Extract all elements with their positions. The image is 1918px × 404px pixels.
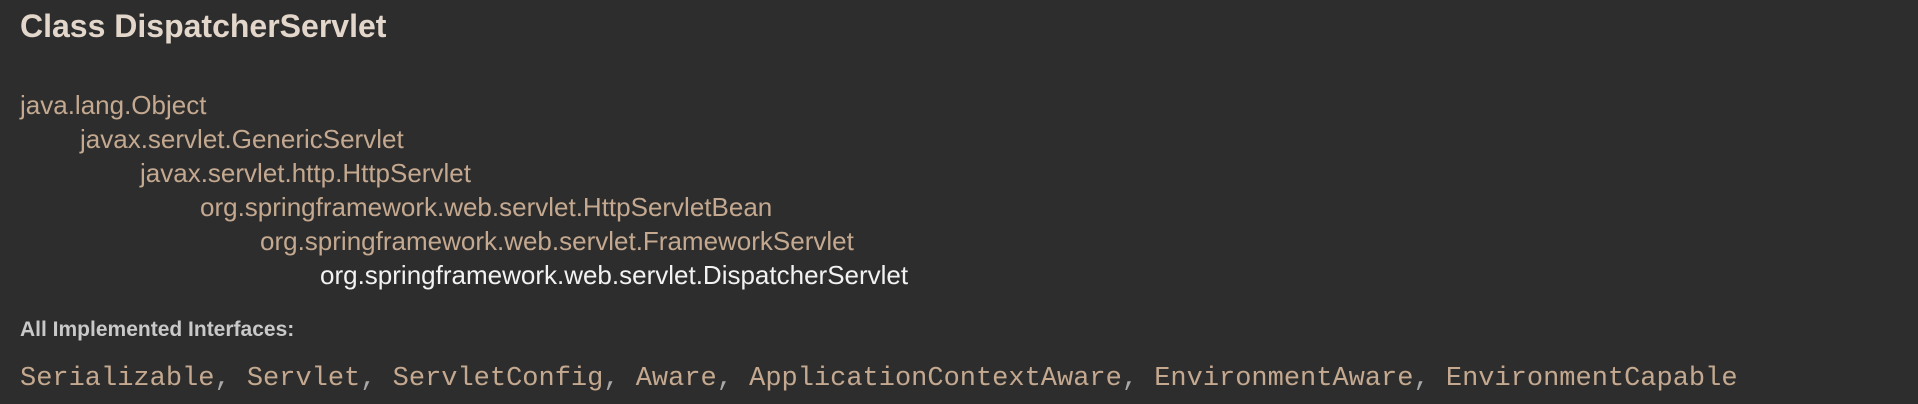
interface-link-environment-aware[interactable]: EnvironmentAware [1154,364,1413,394]
interface-link-servlet[interactable]: Servlet [247,364,360,394]
inheritance-link-object[interactable]: java.lang.Object [20,90,206,120]
interface-separator: , [603,364,636,394]
implemented-interfaces-list: Serializable, Servlet, ServletConfig, Aw… [20,362,1738,396]
interface-link-environment-capable[interactable]: EnvironmentCapable [1446,364,1738,394]
page-title: Class DispatcherServlet [20,8,387,44]
inheritance-tree: java.lang.Object javax.servlet.GenericSe… [20,88,908,292]
interface-link-aware[interactable]: Aware [636,364,717,394]
inheritance-current-class: org.springframework.web.servlet.Dispatch… [20,258,908,292]
inheritance-item[interactable]: org.springframework.web.servlet.Framewor… [20,224,908,258]
inheritance-item[interactable]: javax.servlet.http.HttpServlet [20,156,908,190]
interface-separator: , [360,364,393,394]
implemented-interfaces-label: All Implemented Interfaces: [20,318,295,341]
inheritance-link-framework-servlet[interactable]: org.springframework.web.servlet.Framewor… [260,226,854,256]
interface-link-serializable[interactable]: Serializable [20,364,214,394]
inheritance-item[interactable]: java.lang.Object [20,88,908,122]
interface-link-application-context-aware[interactable]: ApplicationContextAware [749,364,1122,394]
interface-separator: , [1413,364,1446,394]
current-class-name: org.springframework.web.servlet.Dispatch… [320,260,909,290]
inheritance-link-http-servlet-bean[interactable]: org.springframework.web.servlet.HttpServ… [200,192,772,222]
interface-separator: , [1121,364,1155,394]
interface-separator: , [214,364,247,394]
inheritance-link-http-servlet[interactable]: javax.servlet.http.HttpServlet [140,158,471,188]
inheritance-link-generic-servlet[interactable]: javax.servlet.GenericServlet [80,124,404,154]
inheritance-item[interactable]: javax.servlet.GenericServlet [20,122,908,156]
interface-link-servlet-config[interactable]: ServletConfig [393,364,604,394]
interface-separator: , [716,364,750,394]
inheritance-item[interactable]: org.springframework.web.servlet.HttpServ… [20,190,908,224]
